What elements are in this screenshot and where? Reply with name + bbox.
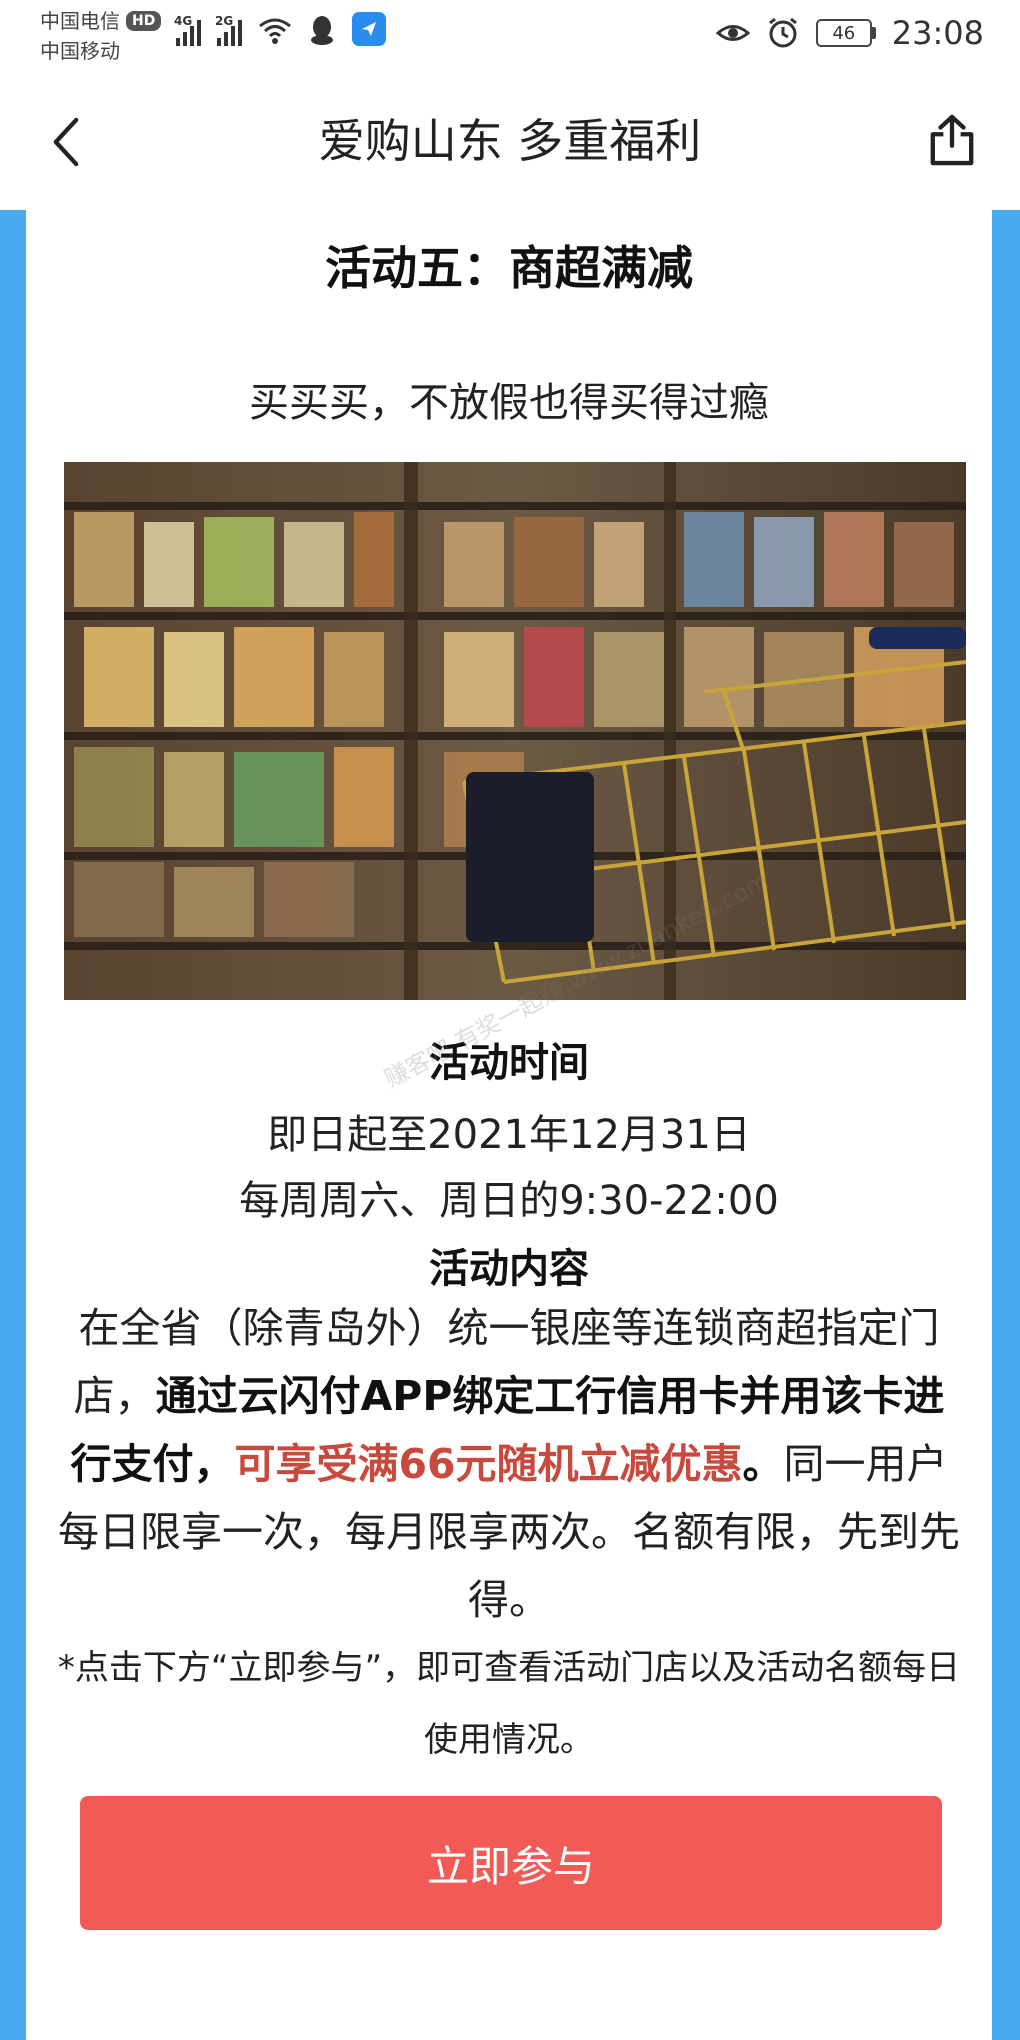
content-description: 在全省（除青岛外）统一银座等连锁商超指定门店，通过云闪付APP绑定工行信用卡并用… xyxy=(56,1294,962,1634)
signal-icon-2: 2G xyxy=(215,14,242,46)
activity-subtitle: 买买买，不放假也得买得过瘾 xyxy=(249,380,769,426)
alarm-icon xyxy=(768,17,797,48)
status-bar: 中国电信 HD 中国移动 4G 2G 46 23:08 xyxy=(0,0,1020,70)
time-hours: 每周周六、周日的9:30-22:00 xyxy=(239,1178,779,1224)
network-type-1: 4G xyxy=(174,14,193,28)
share-button[interactable] xyxy=(920,104,984,176)
shopping-cart-photo xyxy=(64,462,966,1000)
carrier-info: 中国电信 HD 中国移动 xyxy=(40,6,162,66)
network-type-2: 2G xyxy=(215,14,234,28)
content-highlight-text: 可享受满66元随机立减优惠 xyxy=(234,1440,743,1488)
hd-badge: HD xyxy=(126,11,162,31)
participation-note: *点击下方“立即参与”，即可查看活动门店以及活动名额每日使用情况。 xyxy=(57,1648,961,1760)
eye-icon xyxy=(715,25,750,41)
status-right: 46 23:08 xyxy=(715,14,984,52)
activity-card: 活动五：商超满减 买买买，不放假也得买得过瘾 活动时间 即日起至2021年12月… xyxy=(26,210,992,2040)
signal-icon-1: 4G xyxy=(174,14,201,46)
back-button[interactable] xyxy=(36,106,96,178)
share-icon xyxy=(930,114,974,166)
wifi-icon xyxy=(259,18,291,44)
battery-level: 46 xyxy=(815,19,872,47)
join-now-button[interactable]: 立即参与 xyxy=(80,1796,942,1930)
time-range: 即日起至2021年12月31日 xyxy=(267,1112,751,1158)
content-period: 。 xyxy=(742,1440,784,1488)
battery-icon: 46 xyxy=(815,19,876,47)
chevron-left-icon xyxy=(53,117,79,167)
content-heading: 活动内容 xyxy=(429,1246,589,1292)
app-notification-icon xyxy=(352,12,386,46)
nav-bar: 爱购山东 多重福利 xyxy=(0,70,1020,210)
supermarket-cart-image xyxy=(64,462,966,1000)
activity-title: 活动五：商超满减 xyxy=(325,241,693,295)
page-title: 爱购山东 多重福利 xyxy=(318,114,702,168)
clock: 23:08 xyxy=(891,14,984,52)
carrier-2: 中国移动 xyxy=(40,39,120,63)
qq-icon xyxy=(311,16,333,45)
signal-group: 4G 2G xyxy=(174,12,386,46)
time-heading: 活动时间 xyxy=(429,1040,589,1086)
carrier-1: 中国电信 xyxy=(40,9,120,33)
